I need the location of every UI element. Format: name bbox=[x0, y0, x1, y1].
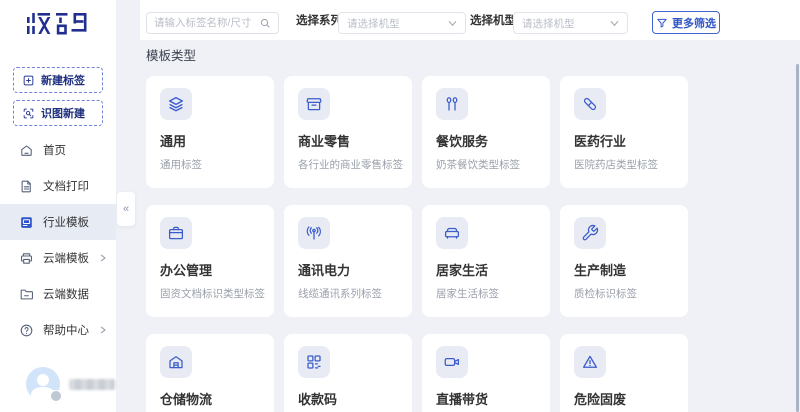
printer-icon bbox=[19, 251, 34, 266]
category-card-catering[interactable]: 餐饮服务 奶茶餐饮类型标签 bbox=[422, 76, 550, 188]
section-title: 模板类型 bbox=[146, 45, 196, 64]
category-desc: 线缆通讯系列标签 bbox=[298, 286, 398, 301]
user-account[interactable] bbox=[26, 367, 115, 401]
category-title: 餐饮服务 bbox=[436, 131, 536, 150]
filter-funnel-icon bbox=[656, 17, 668, 29]
sidebar-item-industry-templates[interactable]: 行业模板 bbox=[0, 204, 116, 240]
scan-create-text: 识图新建 bbox=[41, 105, 85, 121]
briefcase-icon bbox=[160, 217, 192, 249]
category-title: 商业零售 bbox=[298, 131, 398, 150]
category-title: 直播带货 bbox=[436, 389, 536, 408]
category-card-office[interactable]: 办公管理 固资文档标识类型标签 bbox=[146, 205, 274, 317]
warehouse-icon bbox=[160, 346, 192, 378]
model-filter-label: 选择机型 bbox=[470, 0, 516, 40]
more-filters-text: 更多筛选 bbox=[672, 15, 716, 31]
category-desc: 奶茶餐饮类型标签 bbox=[436, 157, 536, 172]
search-icon[interactable] bbox=[259, 17, 271, 29]
sidebar-item-label: 云端模板 bbox=[43, 250, 89, 266]
app-window: 新建标签 识图新建 首页 文档打印 bbox=[0, 0, 800, 412]
category-card-general[interactable]: 通用 通用标签 bbox=[146, 76, 274, 188]
sidebar-collapse-handle[interactable]: « bbox=[117, 192, 135, 226]
brand-logo-icon bbox=[25, 10, 91, 38]
category-desc: 居家生活标签 bbox=[436, 286, 536, 301]
sofa-icon bbox=[436, 217, 468, 249]
model-select[interactable]: 请选择机型 bbox=[513, 12, 628, 34]
category-card-telecom[interactable]: 通讯电力 线缆通讯系列标签 bbox=[284, 205, 412, 317]
category-card-hazardous-waste[interactable]: 危险固废 bbox=[560, 334, 688, 412]
category-title: 生产制造 bbox=[574, 260, 674, 279]
chevron-down-icon bbox=[448, 19, 457, 28]
video-camera-icon bbox=[436, 346, 468, 378]
sidebar-nav: 首页 文档打印 行业模板 云端模板 bbox=[0, 132, 116, 348]
storefront-icon bbox=[298, 88, 330, 120]
category-title: 医药行业 bbox=[574, 131, 674, 150]
category-title: 通讯电力 bbox=[298, 260, 398, 279]
brand-logo bbox=[0, 10, 116, 38]
topbar: 选择系列 请选择机型 选择机型 请选择机型 更多筛选 bbox=[140, 0, 800, 40]
sidebar-item-cloud-templates[interactable]: 云端模板 bbox=[0, 240, 116, 276]
scan-create-button[interactable]: 识图新建 bbox=[13, 100, 103, 126]
username-censored bbox=[69, 379, 115, 390]
user-avatar bbox=[26, 367, 60, 401]
category-card-warehouse[interactable]: 仓储物流 bbox=[146, 334, 274, 412]
category-title: 仓储物流 bbox=[160, 389, 260, 408]
series-select[interactable]: 请选择机型 bbox=[338, 12, 466, 34]
warning-triangle-icon bbox=[574, 346, 606, 378]
label-search-box bbox=[146, 12, 279, 34]
category-title: 办公管理 bbox=[160, 260, 260, 279]
chevron-down-icon bbox=[610, 19, 619, 28]
new-label-text: 新建标签 bbox=[41, 72, 85, 88]
category-card-payment-code[interactable]: 收款码 bbox=[284, 334, 412, 412]
template-category-grid: 通用 通用标签 商业零售 各行业的商业零售标签 餐饮服务 bbox=[146, 76, 698, 412]
avatar-badge-icon bbox=[50, 390, 62, 402]
category-desc: 各行业的商业零售标签 bbox=[298, 157, 398, 172]
plus-square-icon bbox=[22, 74, 35, 87]
sidebar-item-label: 行业模板 bbox=[43, 214, 89, 230]
sidebar-item-document-print[interactable]: 文档打印 bbox=[0, 168, 116, 204]
capsule-icon bbox=[574, 88, 606, 120]
category-card-livestream[interactable]: 直播带货 bbox=[422, 334, 550, 412]
category-card-manufacturing[interactable]: 生产制造 质检标识标签 bbox=[560, 205, 688, 317]
model-select-placeholder: 请选择机型 bbox=[522, 16, 575, 31]
wrench-icon bbox=[574, 217, 606, 249]
vertical-scrollbar[interactable] bbox=[796, 64, 799, 412]
sidebar-item-label: 云端数据 bbox=[43, 286, 89, 302]
cutlery-icon bbox=[436, 88, 468, 120]
sidebar-item-home[interactable]: 首页 bbox=[0, 132, 116, 168]
category-desc: 质检标识标签 bbox=[574, 286, 674, 301]
qrcode-icon bbox=[298, 346, 330, 378]
new-label-button[interactable]: 新建标签 bbox=[13, 67, 103, 93]
search-input[interactable] bbox=[154, 17, 255, 29]
sidebar-item-label: 文档打印 bbox=[43, 178, 89, 194]
help-icon bbox=[19, 323, 34, 338]
collapse-glyph: « bbox=[123, 203, 129, 215]
series-select-placeholder: 请选择机型 bbox=[347, 16, 400, 31]
scan-icon bbox=[22, 107, 35, 120]
category-title: 通用 bbox=[160, 131, 260, 150]
category-title: 危险固废 bbox=[574, 389, 674, 408]
category-card-retail[interactable]: 商业零售 各行业的商业零售标签 bbox=[284, 76, 412, 188]
chevron-right-icon bbox=[99, 254, 107, 262]
category-title: 居家生活 bbox=[436, 260, 536, 279]
sidebar-item-cloud-data[interactable]: 云端数据 bbox=[0, 276, 116, 312]
layers-icon bbox=[160, 88, 192, 120]
category-card-pharmacy[interactable]: 医药行业 医院药店类型标签 bbox=[560, 76, 688, 188]
sidebar: 新建标签 识图新建 首页 文档打印 bbox=[0, 0, 116, 412]
series-filter-label: 选择系列 bbox=[296, 0, 342, 40]
category-desc: 医院药店类型标签 bbox=[574, 157, 674, 172]
template-icon bbox=[19, 215, 34, 230]
more-filters-button[interactable]: 更多筛选 bbox=[652, 11, 720, 34]
sidebar-item-help-center[interactable]: 帮助中心 bbox=[0, 312, 116, 348]
category-desc: 通用标签 bbox=[160, 157, 260, 172]
home-icon bbox=[19, 143, 34, 158]
document-icon bbox=[19, 179, 34, 194]
antenna-icon bbox=[298, 217, 330, 249]
category-desc: 固资文档标识类型标签 bbox=[160, 286, 260, 301]
chevron-right-icon bbox=[99, 326, 107, 334]
category-title: 收款码 bbox=[298, 389, 398, 408]
folder-icon bbox=[19, 287, 34, 302]
category-card-home-life[interactable]: 居家生活 居家生活标签 bbox=[422, 205, 550, 317]
sidebar-item-label: 首页 bbox=[43, 142, 66, 158]
sidebar-item-label: 帮助中心 bbox=[43, 322, 89, 338]
